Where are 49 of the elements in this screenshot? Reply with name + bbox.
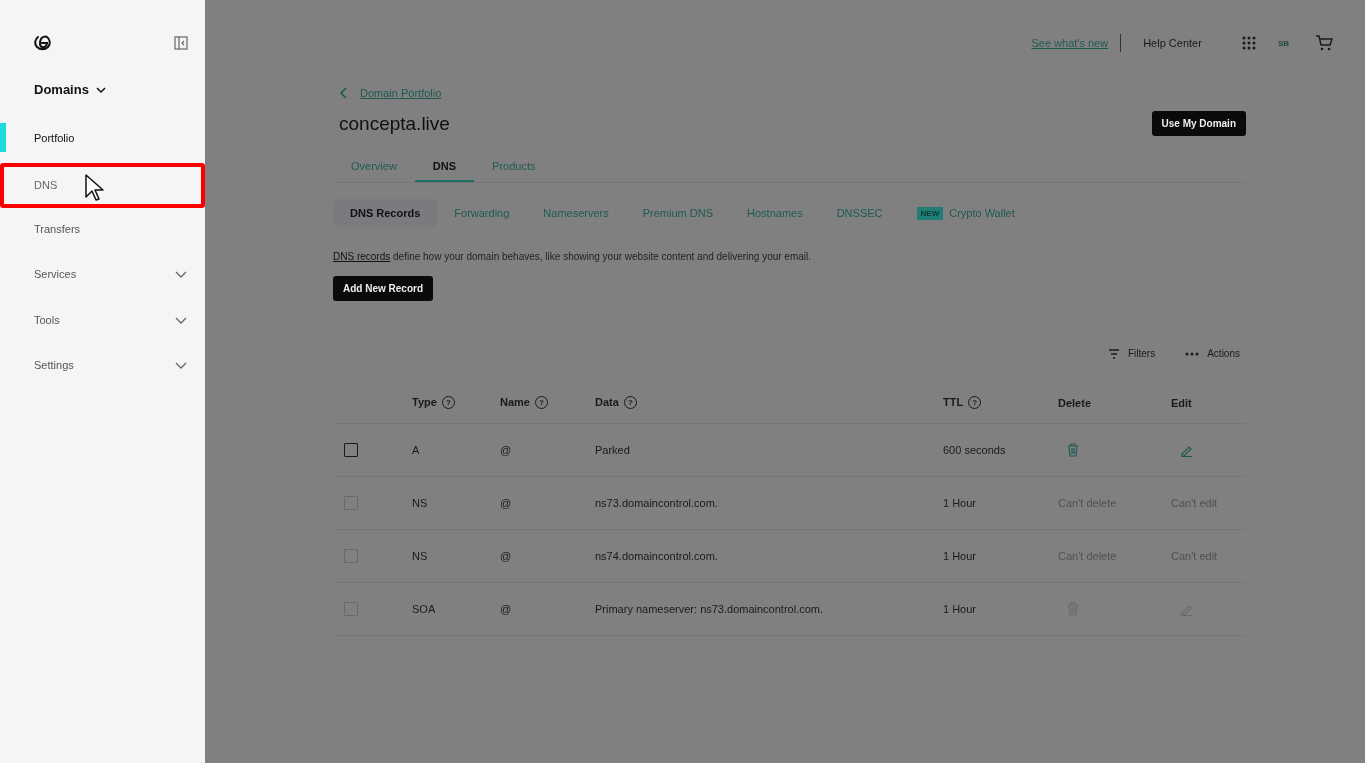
more-icon <box>1185 351 1200 356</box>
table-cell: 1 Hour <box>943 497 977 509</box>
table-cell: ns74.domaincontrol.com. <box>595 550 718 562</box>
domains-menu[interactable]: Domains <box>34 82 107 97</box>
logo-icon[interactable] <box>33 33 53 53</box>
sidebar-item[interactable]: DNS <box>0 162 205 208</box>
mouse-pointer-icon <box>84 172 106 203</box>
column-header: Name <box>500 396 530 408</box>
column-header: TTL <box>943 396 964 408</box>
collapse-icon[interactable] <box>174 36 188 50</box>
account-initials[interactable]: SB <box>1277 38 1289 48</box>
filter-icon <box>1107 348 1120 359</box>
table-cell: 600 seconds <box>943 444 1006 456</box>
add-record-button[interactable]: Add New Record <box>333 276 433 301</box>
apps-grid-icon[interactable] <box>1241 36 1256 50</box>
sidebar-item[interactable]: Tools <box>0 297 205 343</box>
subtab[interactable]: DNS Records <box>333 199 438 227</box>
table-cell: @ <box>500 444 512 456</box>
table-cell: NS <box>412 550 428 562</box>
table-cell: Parked <box>595 444 630 456</box>
dns-records-link[interactable]: DNS records <box>333 251 391 262</box>
table-cell: 1 Hour <box>943 603 977 615</box>
cart-icon[interactable] <box>1315 35 1333 51</box>
sidebar-item[interactable]: Settings <box>0 342 205 388</box>
help-center-link[interactable]: Help Center <box>1143 37 1202 49</box>
table-cell: @ <box>500 603 512 615</box>
table-cell: Primary nameserver: ns73.domaincontrol.com. <box>595 603 824 615</box>
sidebar-item[interactable]: Portfolio <box>0 115 205 161</box>
table-cell: @ <box>500 497 512 509</box>
table-cell: ns73.domaincontrol.com. <box>595 497 718 509</box>
column-header: Type <box>412 396 437 408</box>
column-header: Delete <box>1058 396 1092 409</box>
filters-button[interactable]: Filters <box>1101 347 1162 360</box>
table-cell: SOA <box>412 603 436 615</box>
domain-title: concepta.live <box>339 112 450 135</box>
tab[interactable]: DNS <box>414 152 475 182</box>
column-header: Edit <box>1171 396 1192 409</box>
sidebar-item[interactable]: Services <box>0 251 205 297</box>
intro-text: DNS records define how your domain behaves, like showing your website content and delivering your email. <box>333 251 813 262</box>
new-badge: NEW <box>916 206 944 220</box>
table-cell: 1 Hour <box>943 550 977 562</box>
sidebar-item[interactable]: Transfers <box>0 206 205 252</box>
row-checkbox[interactable] <box>344 443 358 458</box>
table-cell: A <box>412 444 420 456</box>
use-my-domain-button[interactable]: Use My Domain <box>1151 111 1246 136</box>
actions-button[interactable]: Actions <box>1179 347 1246 360</box>
column-header: Data <box>595 396 619 408</box>
table-cell: NS <box>412 497 428 509</box>
table-cell: @ <box>500 550 512 562</box>
